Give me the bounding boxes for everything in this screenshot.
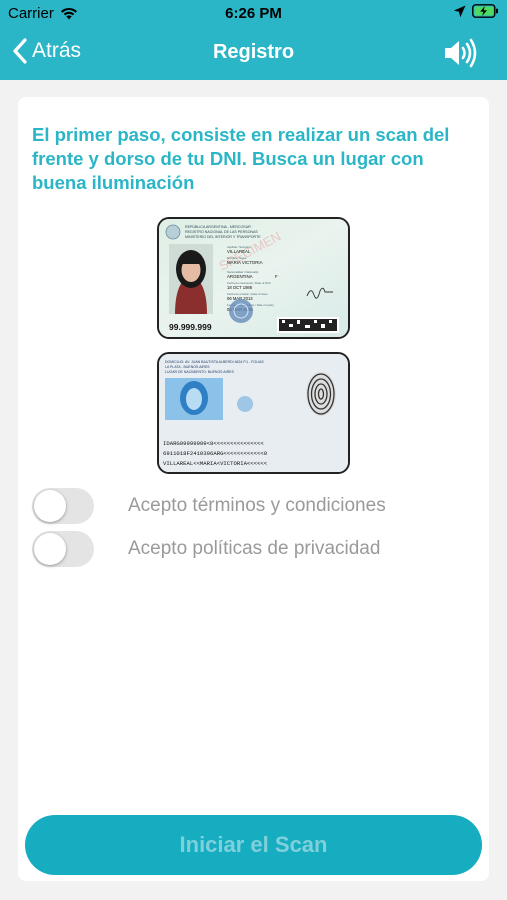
seal-icon	[237, 396, 253, 412]
dni-header-line: MINISTERIO DEL INTERIOR Y TRANSPORTE	[185, 235, 261, 239]
barcode-icon	[277, 317, 339, 333]
status-time: 6:26 PM	[225, 5, 282, 22]
terms-toggle[interactable]	[32, 488, 94, 524]
registration-card: El primer paso, consiste en realizar un …	[18, 97, 489, 881]
dni-front-illustration: REPÚBLICA ARGENTINA - MERCOSUR REGISTRO …	[159, 219, 348, 337]
dni-front-image: REPÚBLICA ARGENTINA - MERCOSUR REGISTRO …	[157, 217, 350, 339]
privacy-toggle[interactable]	[32, 531, 94, 567]
address-line: DOMICILIO: AV. JUAN BAUTISTA ALBERDI 462…	[165, 360, 264, 364]
mrz-line: 6911018F2410306ARG<<<<<<<<<<<<0	[163, 450, 268, 457]
toggle-knob	[34, 490, 66, 522]
field-value: VILLAREAL	[227, 249, 251, 254]
navigation-bar: Atrás Registro	[0, 28, 507, 80]
status-indicators	[453, 4, 499, 18]
address-line: LA PLATA - BUENOS AIRES	[165, 365, 210, 369]
dni-back-image: DOMICILIO: AV. JUAN BAUTISTA ALBERDI 462…	[157, 352, 350, 474]
sex-value: F	[275, 274, 278, 279]
address-line: LUGAR DE NACIMIENTO: BUENOS AIRES	[165, 370, 234, 374]
battery-charging-icon	[472, 4, 498, 18]
start-scan-button[interactable]: Iniciar el Scan	[25, 815, 482, 875]
speaker-icon	[445, 38, 477, 68]
privacy-toggle-label: Acepto políticas de privacidad	[128, 538, 381, 559]
document-number: 99.999.999	[169, 322, 212, 332]
fingerprint-icon	[306, 372, 336, 416]
page-title: Registro	[212, 41, 295, 63]
mrz-line: IDARG99999999<8<<<<<<<<<<<<<<<	[163, 440, 264, 447]
privacy-toggle-row: Acepto políticas de privacidad	[32, 531, 380, 567]
field-value: ARGENTINA	[227, 274, 253, 279]
status-bar: Carrier 6:26 PM	[0, 0, 507, 28]
intro-text: El primer paso, consiste en realizar un …	[32, 124, 450, 193]
toggle-knob	[34, 533, 66, 565]
field-value: 18 OCT 1986	[227, 285, 253, 290]
dni-back-illustration: DOMICILIO: AV. JUAN BAUTISTA ALBERDI 462…	[159, 354, 348, 472]
location-arrow-icon	[453, 5, 466, 17]
dni-header-line: REGISTRO NACIONAL DE LAS PERSONAS	[185, 230, 258, 234]
field-value: MARIA VICTORIA	[227, 260, 263, 265]
dni-header-line: REPÚBLICA ARGENTINA - MERCOSUR	[185, 224, 251, 229]
argentina-emblem-icon	[165, 224, 181, 240]
mrz-line: VILLAREAL<<MARIA<VICTORIA<<<<<<	[163, 460, 268, 467]
terms-toggle-row: Acepto términos y condiciones	[32, 488, 386, 524]
sound-button[interactable]	[443, 37, 479, 74]
security-seal-icon	[229, 299, 253, 323]
terms-toggle-label: Acepto términos y condiciones	[128, 495, 386, 516]
